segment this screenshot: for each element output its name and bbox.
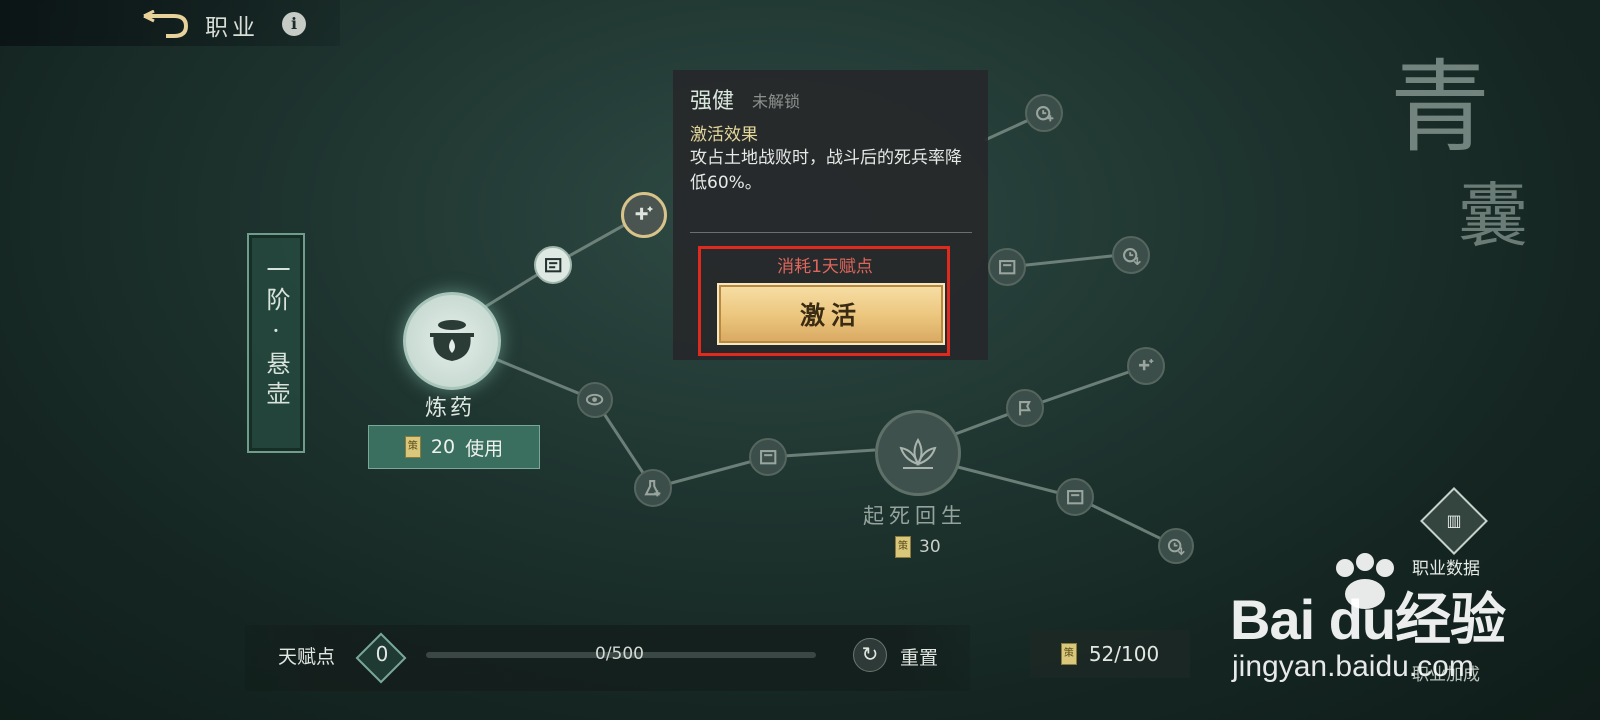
talent-node-flag[interactable] [1006, 389, 1044, 427]
token-counter: 策 52/100 [1030, 630, 1190, 678]
clock-plus-icon [1035, 105, 1054, 122]
tooltip-talent-name: 强健 [690, 89, 735, 114]
flag-icon [1018, 400, 1031, 416]
talent-node-strong[interactable] [621, 192, 667, 238]
talent-node-book-3[interactable] [988, 248, 1026, 286]
talent-points-progress-text: 0/500 [595, 644, 644, 664]
flask-icon [644, 479, 661, 497]
reset-button[interactable]: 重置 [900, 643, 938, 670]
book-icon [1066, 489, 1084, 505]
book-icon [998, 259, 1016, 275]
talent-node-book-4[interactable] [1056, 478, 1094, 516]
tooltip-effect-heading: 激活效果 [690, 125, 758, 145]
tooltip-lock-status: 未解锁 [752, 92, 801, 111]
token-count: 52/100 [1088, 642, 1160, 666]
watermark-brand: Bai du经验 [1230, 588, 1506, 651]
watermark-url: jingyan.baidu.com [1232, 650, 1474, 683]
ultimate-talent-node[interactable] [875, 410, 961, 496]
talent-node-clock-down[interactable] [1112, 236, 1150, 274]
page-title: 职业 [205, 15, 259, 41]
use-talent-button[interactable]: 策 20 使用 [368, 425, 540, 469]
use-label: 使用 [465, 437, 504, 460]
calligraphy-char-2: 囊 [1458, 175, 1528, 257]
talent-node-book[interactable] [534, 246, 572, 284]
talent-node-eye[interactable] [577, 382, 613, 418]
tier-label: 一阶·悬壶 [262, 257, 290, 411]
info-icon[interactable]: i [282, 12, 306, 36]
tooltip-divider [690, 232, 972, 233]
highlight-box [698, 246, 950, 356]
clock-down-icon [1168, 539, 1186, 556]
ultimate-cost-value: 30 [919, 537, 941, 557]
talent-points-value: 0 [375, 642, 389, 666]
cauldron-icon [430, 320, 474, 361]
book-icon [544, 257, 562, 273]
ultimate-talent-label: 起死回生 [863, 504, 967, 528]
tier-tag: 一阶·悬壶 [247, 233, 305, 453]
talent-node-flask[interactable] [634, 469, 672, 507]
talent-token-icon: 策 [1060, 643, 1077, 665]
calligraphy-char-1: 青 [1390, 49, 1490, 166]
eye-icon [586, 394, 604, 406]
ultimate-talent-cost: 策 30 [895, 536, 941, 558]
talent-node-clock-plus[interactable] [1025, 94, 1063, 132]
book-icon [759, 449, 777, 465]
lotus-icon [899, 438, 937, 469]
use-cost: 20 [430, 436, 456, 458]
plus-sparkle-icon [1138, 358, 1154, 371]
talent-node-clock-down-2[interactable] [1158, 528, 1194, 564]
main-talent-label: 炼药 [424, 396, 475, 421]
talent-token-icon: 策 [895, 536, 911, 558]
talent-points-label: 天赋点 [278, 646, 336, 668]
reset-icon[interactable]: ↻ [853, 638, 887, 672]
talent-node-plus[interactable] [1127, 347, 1165, 385]
talent-token-icon: 策 [404, 436, 421, 458]
plus-sparkle-icon [635, 206, 653, 220]
back-arrow-icon[interactable] [140, 9, 190, 40]
tooltip-effect-text: 攻占土地战败时，战斗后的死兵率降低60%。 [690, 148, 962, 193]
clock-down-icon [1122, 247, 1141, 266]
talent-node-book-2[interactable] [749, 438, 787, 476]
main-talent-node[interactable] [403, 292, 501, 390]
